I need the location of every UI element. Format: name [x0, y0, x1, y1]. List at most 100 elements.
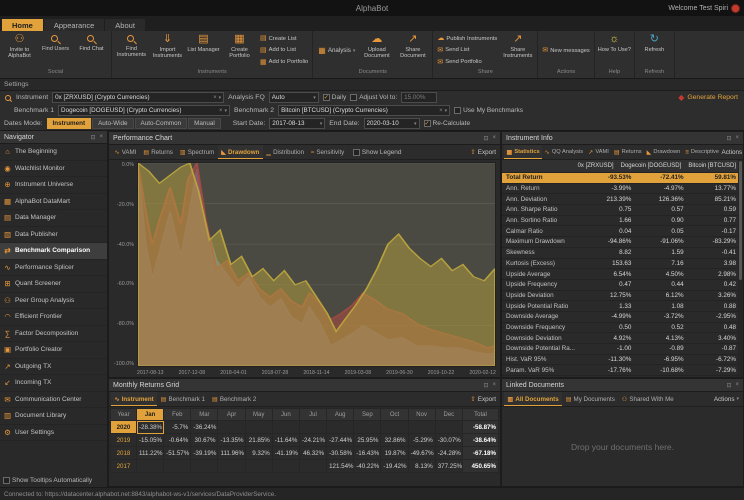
ribbon-button-send-portfolio[interactable]: ✉ Send Portfolio	[437, 59, 497, 66]
monthly-value-cell[interactable]	[407, 420, 436, 434]
sidebar-item-factor-decomposition[interactable]: ∑ Factor Decomposition	[0, 326, 107, 342]
monthly-year-cell[interactable]: 2020	[110, 420, 137, 434]
documents-drop-zone[interactable]: Drop your documents here.	[502, 407, 743, 486]
monthly-col-jun[interactable]: Jun	[271, 408, 300, 421]
sidebar-item-portfolio-creator[interactable]: ▣ Portfolio Creator	[0, 342, 107, 359]
monthly-value-cell[interactable]: -28.38%	[135, 420, 165, 434]
info-tab-drawdown[interactable]: ◣ Drawdown	[644, 145, 683, 159]
monthly-year-cell[interactable]: 2017	[110, 459, 137, 473]
show-legend-checkbox[interactable]: Show Legend	[352, 148, 402, 156]
monthly-value-cell[interactable]	[326, 420, 355, 434]
user-avatar[interactable]	[731, 3, 740, 13]
monthly-value-cell[interactable]: -39.19%	[190, 446, 219, 460]
stats-row-total-return[interactable]: Total Return -93.53% -72.41% 59.81%	[502, 173, 743, 184]
monthly-col-total[interactable]: Total	[462, 408, 499, 421]
monthly-row-2018[interactable]: 2018 111.22% -51.57% -39.19% 111.96% 9.32% -41…	[110, 446, 499, 460]
instrument-combobox[interactable]: 0x [ZRXUSD] (Crypto Currencies) × ▾	[52, 92, 225, 103]
monthly-tab-benchmark-2[interactable]: ▤ Benchmark 2	[209, 392, 260, 406]
ribbon-button-share-document[interactable]: ↗ Share Document	[395, 32, 430, 69]
stats-column-header[interactable]: 0x [ZRXUSD]	[578, 163, 621, 169]
start-date-input[interactable]: 2017-08-13 ▾	[269, 118, 326, 129]
close-icon[interactable]: ×	[492, 382, 496, 389]
sidebar-item-incoming-tx[interactable]: ↙ Incoming TX	[0, 375, 107, 392]
ribbon-button-find-chat[interactable]: Find Chat	[74, 32, 109, 69]
ribbon-button-create-list[interactable]: ▤ Create List	[260, 35, 308, 42]
dates-mode-instrument[interactable]: Instrument	[46, 118, 92, 129]
stats-scrollbar-thumb[interactable]	[739, 161, 742, 281]
monthly-value-cell[interactable]: -30.58%	[326, 446, 355, 460]
ribbon-button-refresh[interactable]: ↻ Refresh	[637, 32, 672, 69]
info-actions-button[interactable]: Actions ▾	[722, 149, 744, 156]
monthly-value-cell[interactable]: -38.64%	[462, 433, 499, 447]
pin-icon[interactable]: ⊡	[726, 382, 731, 389]
analysis-fq-combobox[interactable]: Auto ▾	[268, 92, 319, 103]
monthly-value-cell[interactable]: 21.85%	[244, 433, 273, 447]
monthly-value-cell[interactable]	[434, 420, 464, 434]
pin-icon[interactable]: ⊡	[90, 134, 95, 141]
info-tab-returns[interactable]: ▤ Returns	[611, 145, 644, 159]
stats-row-downside-deviation[interactable]: Downside Deviation 4.92% 4.13% 3.40%	[502, 333, 743, 344]
chart-tab-spectrum[interactable]: ▥ Spectrum	[176, 145, 217, 159]
monthly-value-cell[interactable]	[298, 459, 328, 473]
monthly-col-jan[interactable]: Jan	[135, 408, 165, 421]
ribbon-button-list-manager[interactable]: ▤ List Manager	[186, 32, 221, 69]
docs-tab-my-documents[interactable]: ▤ My Documents	[562, 392, 618, 406]
dates-mode-manual[interactable]: Manual	[188, 118, 221, 129]
pin-icon[interactable]: ⊡	[483, 135, 488, 142]
monthly-year-cell[interactable]: 2019	[110, 433, 137, 447]
show-tooltips-checkbox[interactable]: Show Tooltips Automatically	[3, 476, 92, 484]
monthly-col-feb[interactable]: Feb	[163, 408, 192, 421]
monthly-value-cell[interactable]	[190, 459, 219, 473]
use-my-benchmarks-checkbox[interactable]: Use My Benchmarks	[454, 107, 523, 114]
monthly-value-cell[interactable]: -58.87%	[462, 420, 499, 434]
ribbon-button-upload-document[interactable]: ☁ Upload Document	[359, 32, 394, 69]
stats-row-upside-average[interactable]: Upside Average 6.54% 4.50% 2.98%	[502, 269, 743, 280]
close-icon[interactable]: ×	[99, 134, 103, 141]
close-icon[interactable]: ×	[735, 382, 739, 389]
sidebar-item-instrument-universe[interactable]: ⊕ Instrument Universe	[0, 177, 107, 194]
benchmark2-clear-icon[interactable]: ×	[439, 108, 443, 114]
monthly-value-cell[interactable]: -13.35%	[217, 433, 246, 447]
monthly-value-cell[interactable]: -5.29%	[407, 433, 436, 447]
monthly-value-cell[interactable]: 8.13%	[407, 459, 436, 473]
monthly-col-mar[interactable]: Mar	[190, 408, 219, 421]
chart-tab-drawdown[interactable]: ◣ Drawdown	[217, 145, 263, 159]
monthly-value-cell[interactable]: -15.05%	[135, 433, 165, 447]
docs-tab-all-documents[interactable]: ▥ All Documents	[504, 392, 563, 406]
analysis-fq-dropdown-icon[interactable]: ▾	[313, 95, 316, 101]
monthly-row-2020[interactable]: 2020 -28.38% -5.7% -36.24% -58.87%	[110, 420, 499, 434]
stats-row-kurtosis-excess[interactable]: Kurtosis (Excess) 153.63 7.16 3.98	[502, 259, 743, 270]
monthly-value-cell[interactable]: -36.24%	[190, 420, 219, 434]
benchmark1-combobox[interactable]: Dogecoin [DOGEUSD] (Crypto Currencies) ×…	[58, 105, 231, 116]
monthly-value-cell[interactable]: -24.28%	[434, 446, 464, 460]
adjust-vol-checkbox[interactable]: Adjust Vol to:	[350, 94, 397, 101]
monthly-value-cell[interactable]: 377.25%	[434, 459, 464, 473]
stats-row-ann-sharpe-ratio[interactable]: Ann. Sharpe Ratio 0.75 0.57 0.59	[502, 205, 743, 216]
sidebar-item-data-manager[interactable]: ▤ Data Manager	[0, 210, 107, 227]
instrument-dropdown-icon[interactable]: ▾	[219, 95, 222, 101]
monthly-col-apr[interactable]: Apr	[217, 408, 246, 421]
monthly-value-cell[interactable]	[271, 420, 300, 434]
sidebar-item-watchlist-monitor[interactable]: ◉ Watchlist Monitor	[0, 161, 107, 177]
generate-report-button[interactable]: ◆ Generate Report	[678, 93, 740, 102]
stats-row-downside-average[interactable]: Downside Average -4.99% -3.72% -2.95%	[502, 312, 743, 323]
monthly-col-aug[interactable]: Aug	[326, 408, 355, 421]
benchmark2-dropdown-icon[interactable]: ▾	[445, 108, 448, 114]
end-date-input[interactable]: 2020-03-10 ▾	[363, 118, 420, 129]
monthly-value-cell[interactable]: -0.64%	[163, 433, 192, 447]
monthly-value-cell[interactable]: -27.44%	[326, 433, 355, 447]
ribbon-button-invite-to-alphabot[interactable]: ⚇ Invite to AlphaBot	[2, 32, 37, 69]
recalculate-checkbox[interactable]: Re-Calculate	[423, 120, 470, 127]
stats-row-upside-potential-ratio[interactable]: Upside Potential Ratio 1.33 1.08 0.88	[502, 301, 743, 312]
pin-icon[interactable]: ⊡	[726, 135, 731, 142]
monthly-col-nov[interactable]: Nov	[407, 408, 436, 421]
monthly-value-cell[interactable]: -5.7%	[163, 420, 192, 434]
dates-mode-auto-common[interactable]: Auto-Common	[134, 118, 188, 129]
recalculate-box[interactable]	[423, 120, 431, 127]
show-tooltips-box[interactable]	[3, 476, 10, 484]
sidebar-item-data-publisher[interactable]: ▧ Data Publisher	[0, 227, 107, 243]
ribbon-button-send-list[interactable]: ✉ Send List	[437, 47, 497, 54]
chart-tab-returns[interactable]: ▤ Returns	[140, 145, 177, 159]
monthly-tab-instrument[interactable]: ∿ Instrument	[111, 392, 158, 406]
monthly-col-jul[interactable]: Jul	[298, 408, 328, 421]
